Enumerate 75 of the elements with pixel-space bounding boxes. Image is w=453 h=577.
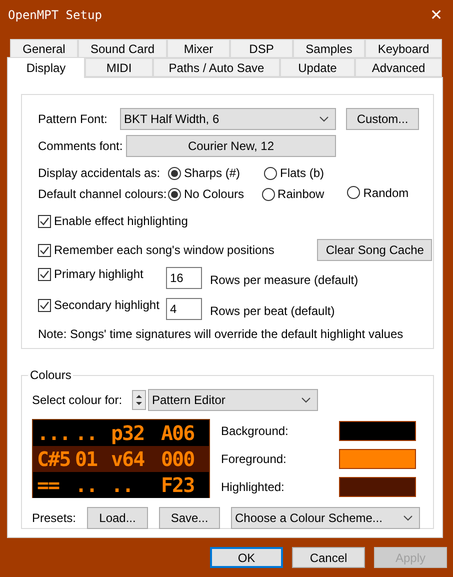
note-text: Note: Songs' time signatures will override the default highlight values bbox=[38, 326, 404, 343]
spin-button[interactable] bbox=[132, 390, 146, 410]
preview-cell-text: ... bbox=[37, 420, 72, 446]
dialog-button[interactable]: Cancel bbox=[292, 547, 365, 568]
checkbox-label[interactable]: Secondary highlight bbox=[54, 296, 160, 314]
font-dropdown[interactable]: BKT Half Width, 6 bbox=[120, 108, 336, 130]
radio-label[interactable]: No Colours bbox=[184, 185, 244, 203]
tab[interactable]: General bbox=[10, 39, 78, 58]
field-label: Presets: bbox=[32, 510, 78, 527]
field-label: Highlighted: bbox=[221, 479, 284, 496]
preview-cell-text: A06 bbox=[161, 420, 196, 446]
tab[interactable]: DSP bbox=[230, 39, 293, 58]
number-field[interactable]: 16 bbox=[166, 267, 202, 289]
field-description: Rows per measure (default) bbox=[210, 272, 358, 289]
radio-button[interactable] bbox=[262, 188, 275, 200]
checkbox[interactable] bbox=[38, 268, 51, 280]
chevron-icon bbox=[403, 515, 413, 521]
colour-dropdown[interactable]: Pattern Editor bbox=[148, 389, 318, 411]
colour-swatch[interactable] bbox=[339, 421, 416, 441]
tab[interactable]: Display bbox=[7, 57, 85, 78]
tab[interactable]: Samples bbox=[293, 39, 365, 58]
tab[interactable]: Sound Card bbox=[78, 39, 167, 58]
radio-label[interactable]: Rainbow bbox=[278, 185, 324, 203]
dialog-button[interactable]: OK bbox=[210, 547, 283, 568]
preview-cell-text: v64 bbox=[111, 446, 146, 472]
checkbox-label[interactable]: Remember each song's window positions bbox=[54, 241, 274, 259]
tab[interactable]: Update bbox=[280, 58, 355, 77]
preview-cell-text: C#5 bbox=[37, 446, 72, 472]
preview-cell-text: 01 bbox=[75, 446, 98, 472]
checkbox[interactable] bbox=[38, 244, 51, 256]
tab[interactable]: Advanced bbox=[355, 58, 442, 77]
field-description: Rows per beat (default) bbox=[210, 303, 335, 320]
preview-cell-text: .. bbox=[75, 420, 98, 446]
field-label: Comments font: bbox=[38, 138, 124, 155]
tab[interactable]: MIDI bbox=[85, 58, 153, 77]
custom-button[interactable]: Custom... bbox=[346, 108, 419, 130]
field-label: Pattern Font: bbox=[38, 111, 108, 128]
radio-label[interactable]: Sharps (#) bbox=[184, 164, 240, 182]
chevron-icon bbox=[319, 116, 329, 122]
tab[interactable]: Keyboard bbox=[365, 39, 442, 58]
preview-cell-text: == bbox=[37, 472, 60, 498]
checkbox[interactable] bbox=[38, 214, 51, 228]
colour-swatch[interactable] bbox=[339, 449, 416, 469]
radio-button[interactable] bbox=[347, 186, 360, 199]
clear-cache-button[interactable]: Clear Song Cache bbox=[317, 239, 432, 261]
checkbox[interactable] bbox=[38, 298, 51, 312]
preview-cell-text: .. bbox=[75, 472, 98, 498]
field-label: Foreground: bbox=[221, 451, 286, 468]
preview-cell-text: F23 bbox=[161, 472, 196, 498]
radio-label[interactable]: Flats (b) bbox=[280, 164, 324, 182]
preview-cell-text: 000 bbox=[161, 446, 196, 472]
radio-button[interactable] bbox=[264, 166, 277, 180]
preview-cell-text: p32 bbox=[111, 420, 146, 446]
spin-arrows-icon bbox=[135, 393, 143, 407]
colour-swatch[interactable] bbox=[339, 477, 416, 497]
field-label: Default channel colours: bbox=[38, 186, 168, 203]
load-button[interactable]: Load... bbox=[87, 507, 148, 529]
save-button[interactable]: Save... bbox=[159, 507, 220, 529]
preview-cell-text: .. bbox=[111, 472, 134, 498]
close-button[interactable]: ✕ bbox=[430, 8, 443, 22]
window-title: OpenMPT Setup bbox=[8, 7, 102, 24]
field-label: Display accidentals as: bbox=[38, 165, 162, 182]
field-label: Background: bbox=[221, 423, 288, 440]
font-button[interactable]: Courier New, 12 bbox=[126, 135, 336, 157]
radio-button[interactable] bbox=[168, 188, 181, 200]
number-field[interactable]: 4 bbox=[166, 298, 202, 320]
tab[interactable]: Mixer bbox=[167, 39, 230, 58]
chevron-icon bbox=[301, 397, 311, 403]
radio-button[interactable] bbox=[168, 166, 181, 180]
field-label: Select colour for: bbox=[32, 392, 124, 409]
radio-label[interactable]: Random bbox=[363, 184, 409, 202]
tab[interactable]: Paths / Auto Save bbox=[153, 58, 280, 77]
checkbox-label[interactable]: Primary highlight bbox=[54, 265, 144, 283]
checkbox-label[interactable]: Enable effect highlighting bbox=[54, 212, 188, 230]
scheme-dropdown[interactable]: Choose a Colour Scheme... bbox=[231, 507, 420, 529]
